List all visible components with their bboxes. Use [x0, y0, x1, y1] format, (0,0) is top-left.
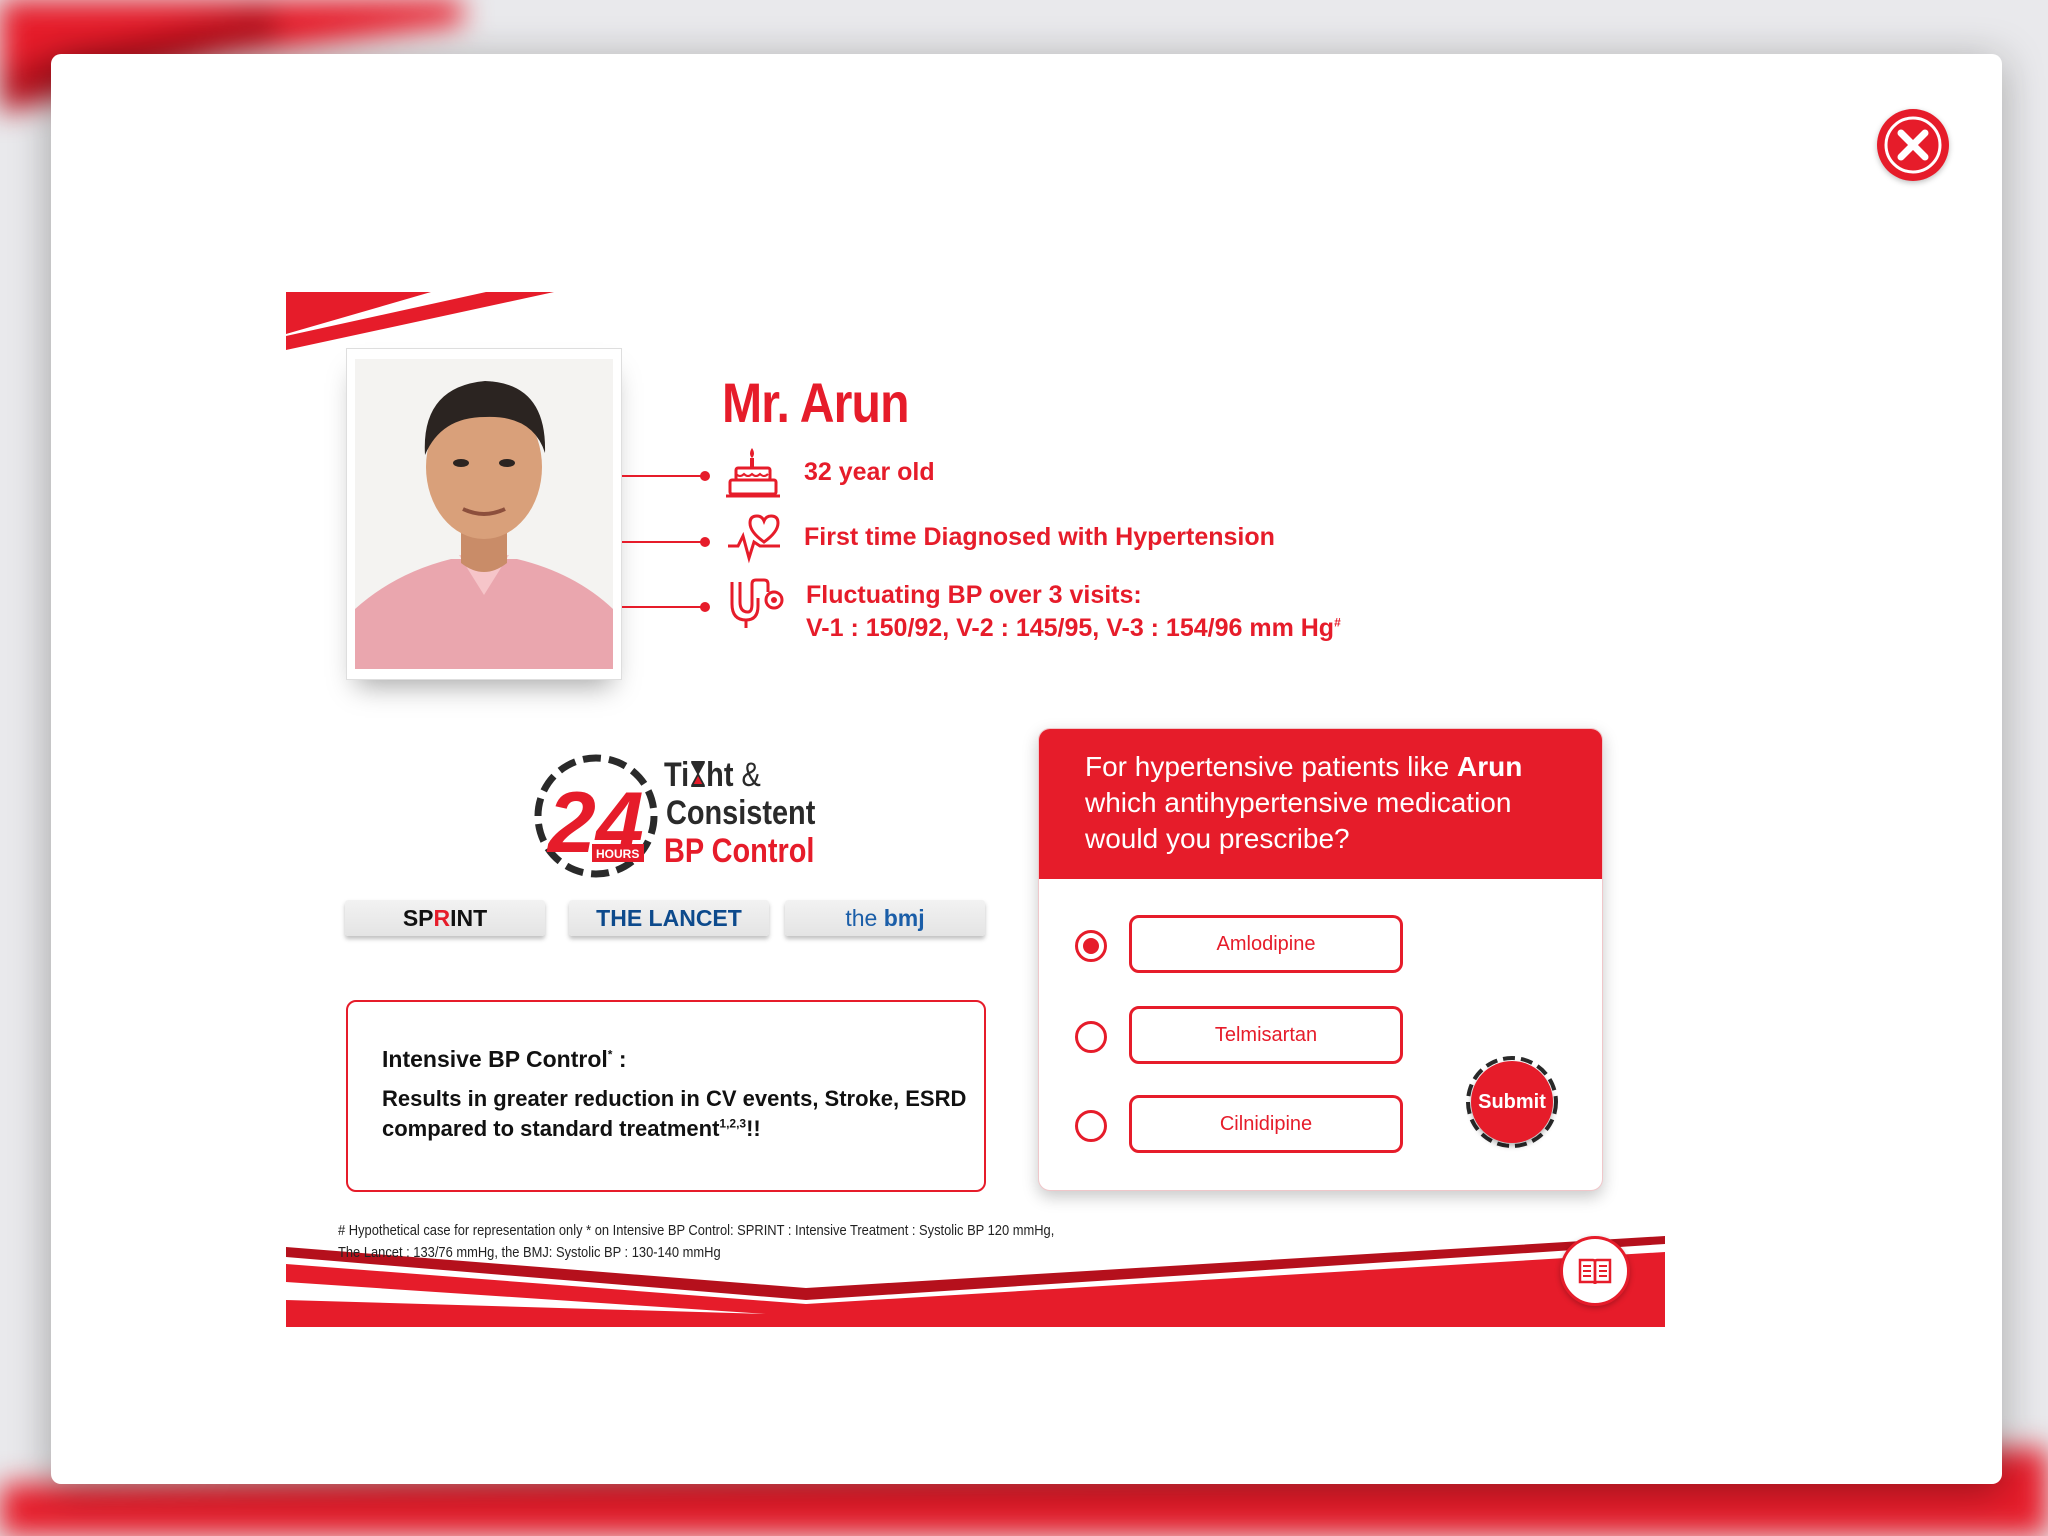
close-icon [1880, 112, 1946, 178]
journal-lancet[interactable]: THE LANCET [569, 900, 769, 936]
hourglass-icon [690, 761, 705, 787]
close-button[interactable] [1877, 109, 1949, 181]
intensive-bp-title: Intensive BP Control* : [382, 1046, 627, 1073]
patient-age: 32 year old [804, 458, 935, 486]
patient-photo [355, 359, 613, 669]
option-telmisartan[interactable]: Telmisartan [1129, 1006, 1403, 1064]
title-text: Intensive BP Control [382, 1046, 608, 1072]
question-text-part: For hypertensive patients like [1085, 751, 1457, 782]
bp-footnote-mark: # [1334, 615, 1341, 630]
case-slide: Mr. Arun 32 year old First time Diagnose… [286, 292, 1665, 1327]
patient-bp-line1: Fluctuating BP over 3 visits: [806, 581, 1142, 609]
connector-line [622, 541, 706, 543]
body-text: Results in greater reduction in CV event… [382, 1086, 967, 1141]
intensive-bp-body: Results in greater reduction in CV event… [382, 1084, 972, 1144]
connector-dot [700, 537, 710, 547]
submit-wrapper: Submit [1465, 1055, 1559, 1149]
option-radio-telmisartan[interactable] [1075, 1021, 1107, 1053]
patient-diagnosis: First time Diagnosed with Hypertension [804, 523, 1275, 551]
option-radio-amlodipine[interactable] [1075, 930, 1107, 962]
logo-text: ht [706, 756, 734, 794]
question-text: For hypertensive patients like Arun whic… [1085, 749, 1585, 857]
option-amlodipine[interactable]: Amlodipine [1129, 915, 1403, 973]
logo-ampersand: & [741, 756, 761, 794]
logo-hours: HOURS [596, 847, 639, 861]
bmj-text: bmj [883, 905, 925, 931]
24-hours-logo: 24 HOURS [534, 754, 658, 878]
book-icon [1578, 1258, 1612, 1285]
footnote-line: # Hypothetical case for representation o… [338, 1222, 1055, 1239]
patient-bp-line2: V-1 : 150/92, V-2 : 145/95, V-3 : 154/96… [806, 614, 1341, 643]
title-colon: : [612, 1046, 627, 1072]
footnote: # Hypothetical case for representation o… [338, 1220, 1054, 1264]
sprint-text: SP [402, 905, 434, 931]
question-text-part: which antihypertensive medication would … [1085, 787, 1512, 854]
logo-line1: Ti ht & [664, 756, 761, 795]
logo-text: Ti [664, 756, 690, 794]
journal-sprint[interactable]: SPRINT [345, 900, 545, 936]
bmj-text: the [845, 905, 884, 931]
option-cilnidipine[interactable]: Cilnidipine [1129, 1095, 1403, 1153]
patient-name: Mr. Arun [722, 371, 910, 434]
question-header: For hypertensive patients like Arun whic… [1039, 729, 1602, 879]
intensive-bp-box: Intensive BP Control* : Results in great… [346, 1000, 986, 1192]
submit-button[interactable]: Submit [1471, 1061, 1553, 1143]
stethoscope-icon [730, 578, 784, 628]
sprint-text: INT [450, 905, 488, 931]
heart-pulse-icon [728, 514, 780, 564]
journal-bmj[interactable]: the bmj [785, 900, 985, 936]
option-radio-cilnidipine[interactable] [1075, 1110, 1107, 1142]
references-button[interactable] [1560, 1236, 1630, 1306]
connector-dot [700, 471, 710, 481]
question-card: For hypertensive patients like Arun whic… [1038, 728, 1603, 1191]
connector-line [622, 475, 706, 477]
birthday-cake-icon [726, 448, 780, 498]
question-patient-name: Arun [1456, 751, 1523, 782]
sprint-text: R [433, 905, 451, 931]
logo-line2: Consistent [666, 794, 816, 832]
logo-line3: BP Control [664, 832, 815, 870]
connector-dot [700, 602, 710, 612]
footnote-line: The Lancet : 133/76 mmHg, the BMJ: Systo… [338, 1244, 721, 1261]
patient-photo-frame [346, 348, 622, 680]
body-refs: 1,2,3 [719, 1116, 747, 1131]
connector-line [622, 606, 706, 608]
bp-readings: V-1 : 150/92, V-2 : 145/95, V-3 : 154/96… [806, 614, 1335, 642]
body-end: !! [746, 1116, 761, 1141]
